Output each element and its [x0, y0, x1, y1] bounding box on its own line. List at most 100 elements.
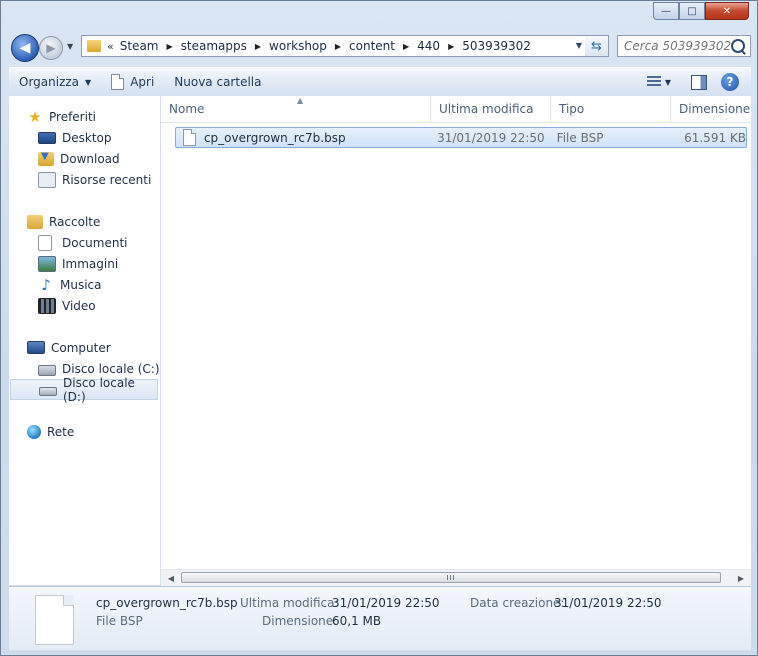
horizontal-scrollbar[interactable]: ◀ ▶	[161, 569, 751, 586]
sort-ascending-icon: ▲	[297, 96, 304, 105]
column-label: Nome	[169, 102, 205, 116]
forward-button[interactable]: ▶	[39, 36, 63, 60]
sidebar-item-computer[interactable]: Computer	[9, 337, 160, 358]
sidebar-item-documents[interactable]: Documenti	[9, 232, 160, 253]
chevron-down-icon: ▼	[85, 77, 92, 87]
scroll-left-icon[interactable]: ◀	[163, 570, 179, 586]
chevron-right-icon[interactable]: ▶	[335, 42, 341, 51]
sidebar-item-label: Rete	[47, 424, 75, 439]
column-header-size[interactable]: Dimensione	[671, 96, 751, 122]
column-header-type[interactable]: Tipo	[551, 96, 671, 122]
scroll-right-icon[interactable]: ▶	[733, 570, 749, 586]
breadcrumb-workshop[interactable]: workshop	[269, 39, 327, 53]
back-arrow-icon: ◀	[19, 40, 31, 56]
sidebar-item-label: Preferiti	[49, 109, 96, 124]
file-size: 61.591 KB	[684, 130, 746, 145]
computer-group: Computer Disco locale (C:) Disco locale …	[9, 337, 160, 404]
details-file-name: cp_overgrown_rc7b.bsp	[96, 596, 238, 610]
breadcrumb-440[interactable]: 440	[417, 39, 440, 53]
close-button[interactable]: ✕	[705, 2, 749, 20]
breadcrumb-steam[interactable]: Steam	[120, 39, 159, 53]
file-thumbnail-icon	[35, 595, 74, 645]
sidebar-item-libraries[interactable]: Raccolte	[9, 211, 160, 232]
breadcrumb-content[interactable]: content	[349, 39, 395, 53]
recent-places-icon	[38, 171, 56, 188]
maximize-icon: □	[687, 5, 697, 17]
documents-icon	[38, 234, 52, 251]
chevron-right-icon[interactable]: ▶	[403, 42, 409, 51]
pictures-icon	[38, 255, 56, 272]
sidebar-item-label: Video	[62, 298, 96, 313]
scrollbar-thumb[interactable]	[181, 572, 721, 583]
desktop-icon	[38, 131, 56, 144]
file-type: File BSP	[556, 130, 604, 145]
breadcrumb: Steam ▶ steamapps ▶ workshop ▶ content ▶ 440…	[120, 39, 531, 53]
command-bar: Organizza ▼ Apri Nuova cartella ▼ ?	[9, 67, 751, 97]
libraries-group: Raccolte Documenti Immagini ♪ Musica Vide…	[9, 211, 160, 316]
recent-pages-dropdown[interactable]: ▼	[67, 42, 73, 51]
sidebar-item-network[interactable]: Rete	[9, 421, 160, 442]
sidebar-item-label: Computer	[51, 340, 111, 355]
file-icon	[183, 129, 196, 146]
sidebar-item-music[interactable]: ♪ Musica	[9, 274, 160, 295]
sidebar-item-label: Disco locale (D:)	[63, 375, 135, 404]
chevron-right-icon[interactable]: ▶	[448, 42, 454, 51]
maximize-button[interactable]: □	[679, 2, 705, 20]
chevron-right-icon[interactable]: ▶	[166, 42, 172, 51]
details-modified-label: Ultima modifica:	[240, 596, 339, 610]
list-item[interactable]: cp_overgrown_rc7b.bsp 31/01/2019 22:50 F…	[175, 127, 747, 148]
film-strip-icon	[38, 297, 56, 314]
column-header-name[interactable]: Nome ▲	[161, 96, 431, 122]
open-label: Apri	[130, 75, 155, 89]
refresh-button[interactable]: ⇆	[585, 35, 609, 57]
folder-icon	[87, 40, 101, 52]
address-dropdown-icon[interactable]: ▼	[576, 41, 582, 50]
open-button[interactable]: Apri	[101, 68, 164, 96]
download-folder-icon	[38, 151, 54, 166]
breadcrumb-503939302[interactable]: 503939302	[462, 39, 531, 53]
search-icon[interactable]	[731, 39, 745, 53]
sidebar-item-favorites[interactable]: ★ Preferiti	[9, 106, 160, 127]
drive-d-icon	[39, 387, 57, 396]
search-box	[617, 35, 751, 57]
sidebar-item-pictures[interactable]: Immagini	[9, 253, 160, 274]
sidebar-item-label: Download	[60, 151, 120, 166]
breadcrumb-overflow[interactable]: «	[107, 40, 114, 53]
sidebar-item-drive-d[interactable]: Disco locale (D:)	[10, 376, 158, 404]
views-dropdown-icon[interactable]: ▼	[665, 78, 671, 87]
sidebar-item-label: Risorse recenti	[62, 172, 152, 187]
breadcrumb-steamapps[interactable]: steamapps	[181, 39, 247, 53]
details-created-value: 31/01/2019 22:50	[554, 596, 662, 610]
views-icon[interactable]	[646, 76, 661, 88]
details-file-type: File BSP	[96, 614, 143, 628]
sidebar-item-label: Immagini	[62, 256, 119, 271]
sidebar-item-label: Desktop	[62, 130, 112, 145]
chevron-right-icon[interactable]: ▶	[255, 42, 261, 51]
sidebar-item-video[interactable]: Video	[9, 295, 160, 316]
address-bar[interactable]: « Steam ▶ steamapps ▶ workshop ▶ content ▶ 4…	[81, 35, 589, 57]
column-header-modified[interactable]: Ultima modifica	[431, 96, 551, 122]
new-folder-label: Nuova cartella	[174, 75, 262, 89]
search-input[interactable]	[624, 39, 732, 53]
preview-pane-icon[interactable]	[691, 74, 707, 90]
help-icon[interactable]: ?	[721, 73, 739, 91]
column-label: Dimensione	[679, 102, 751, 116]
sidebar-item-label: Raccolte	[49, 214, 101, 229]
back-button[interactable]: ◀	[11, 34, 39, 62]
document-icon	[111, 74, 125, 90]
details-pane: cp_overgrown_rc7b.bsp File BSP Ultima mo…	[9, 586, 751, 650]
sidebar-item-recent[interactable]: Risorse recenti	[9, 169, 160, 190]
organize-button[interactable]: Organizza ▼	[9, 68, 101, 96]
details-created-label: Data creazione:	[470, 596, 565, 610]
new-folder-button[interactable]: Nuova cartella	[164, 68, 271, 96]
close-icon: ✕	[722, 5, 732, 17]
sidebar-item-desktop[interactable]: Desktop	[9, 127, 160, 148]
column-label: Tipo	[559, 102, 585, 116]
minimize-button[interactable]: —	[653, 2, 679, 20]
network-icon	[27, 424, 41, 439]
sidebar-item-label: Disco locale (C:)	[62, 361, 160, 376]
details-size-label: Dimensione:	[262, 614, 338, 628]
sidebar-item-download[interactable]: Download	[9, 148, 160, 169]
favorites-group: ★ Preferiti Desktop Download Risorse rece…	[9, 106, 160, 190]
star-icon: ★	[28, 107, 42, 126]
